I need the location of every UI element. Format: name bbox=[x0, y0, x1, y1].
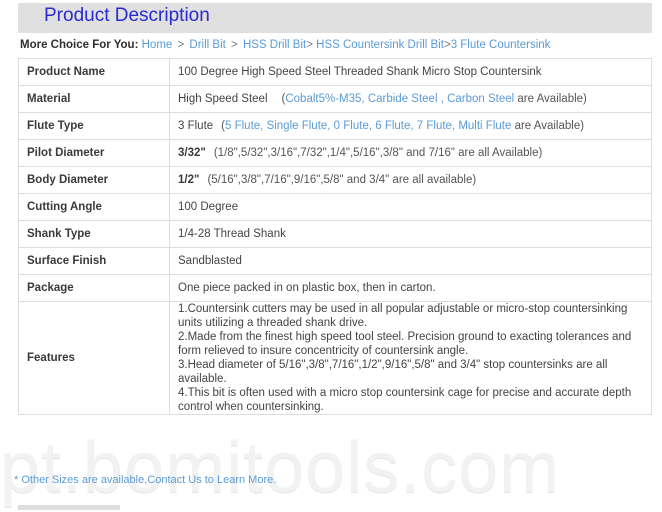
breadcrumb-label: More Choice For You: bbox=[20, 39, 139, 51]
pilot-diameter-options: (1/8",5/32",3/16",7/32",1/4",5/16",3/8" … bbox=[213, 147, 543, 159]
spec-key-features: Features bbox=[18, 301, 170, 415]
product-description-page: Product Description More Choice For You:… bbox=[0, 0, 662, 512]
options-tail: are Available) bbox=[511, 120, 585, 132]
breadcrumb-item-hss-drill-bit[interactable]: HSS Drill Bit bbox=[243, 39, 306, 51]
spec-key-package: Package bbox=[18, 274, 170, 302]
breadcrumb-separator-0: > bbox=[174, 39, 188, 51]
feature-line-4: 4.This bit is often used with a micro st… bbox=[178, 387, 632, 413]
feature-line-1: 1.Countersink cutters may be used in all… bbox=[178, 303, 628, 329]
footnote-other-sizes[interactable]: * Other Sizes are available,Contact Us t… bbox=[14, 474, 276, 486]
spec-value-text: 100 Degree bbox=[178, 201, 239, 213]
spec-value-text: Sandblasted bbox=[178, 255, 242, 267]
spec-value-text: 1/4-28 Thread Shank bbox=[178, 228, 286, 240]
breadcrumb-separator-2: > bbox=[306, 39, 317, 51]
section-title-band: Product Description bbox=[18, 3, 652, 33]
spec-value-shank-type: 1/4-28 Thread Shank bbox=[169, 220, 652, 248]
spec-value-package: One piece packed in on plastic box, then… bbox=[169, 274, 652, 302]
spec-value-cutting-angle: 100 Degree bbox=[169, 193, 652, 221]
table-row: Cutting Angle 100 Degree bbox=[18, 193, 652, 221]
table-row: Pilot Diameter 3/32" (1/8",5/32",3/16",7/… bbox=[18, 139, 652, 167]
spec-key-body-diameter: Body Diameter bbox=[18, 166, 170, 194]
spec-key-product-name: Product Name bbox=[18, 58, 170, 86]
breadcrumb-separator-3: > bbox=[443, 39, 451, 51]
breadcrumb: More Choice For You: Home > Drill Bit > … bbox=[20, 38, 550, 52]
spec-key-surface-finish: Surface Finish bbox=[18, 247, 170, 275]
breadcrumb-separator-1: > bbox=[227, 39, 241, 51]
product-spec-table: Product Name 100 Degree High Speed Steel… bbox=[18, 58, 652, 415]
spec-value-surface-finish: Sandblasted bbox=[169, 247, 652, 275]
spec-value-pilot-diameter: 3/32" (1/8",5/32",3/16",7/32",1/4",5/16",… bbox=[169, 139, 652, 167]
body-diameter-options: (5/16",3/8",7/16",9/16",5/8" and 3/4" ar… bbox=[207, 174, 477, 186]
spec-value-flute-type: 3 Flute (5 Flute, Single Flute, 0 Flute, … bbox=[169, 112, 652, 140]
spec-value-text: 100 Degree High Speed Steel Threaded Sha… bbox=[178, 66, 542, 78]
material-options-links[interactable]: Cobalt5%-M35, Carbide Steel , Carbon Ste… bbox=[285, 93, 514, 105]
feature-line-2: 2.Made from the finest high speed tool s… bbox=[178, 331, 632, 357]
breadcrumb-item-home[interactable]: Home bbox=[142, 39, 173, 51]
table-row: Flute Type 3 Flute (5 Flute, Single Flute… bbox=[18, 112, 652, 140]
table-row: Material High Speed Steel (Cobalt5%-M35, … bbox=[18, 85, 652, 113]
spec-value-material: High Speed Steel (Cobalt5%-M35, Carbide S… bbox=[169, 85, 652, 113]
table-row: Body Diameter 1/2" (5/16",3/8",7/16",9/16… bbox=[18, 166, 652, 194]
spec-key-material: Material bbox=[18, 85, 170, 113]
table-row: Product Name 100 Degree High Speed Steel… bbox=[18, 58, 652, 86]
spec-key-flute-type: Flute Type bbox=[18, 112, 170, 140]
spec-value-bold: 1/2" bbox=[178, 174, 200, 186]
breadcrumb-item-3-flute-countersink[interactable]: 3 Flute Countersink bbox=[451, 39, 551, 51]
breadcrumb-item-drill-bit[interactable]: Drill Bit bbox=[189, 39, 225, 51]
table-row: Surface Finish Sandblasted bbox=[18, 247, 652, 275]
feature-line-3: 3.Head diameter of 5/16",3/8",7/16",1/2"… bbox=[178, 359, 608, 385]
spec-value-bold: 3/32" bbox=[178, 147, 206, 159]
spec-key-pilot-diameter: Pilot Diameter bbox=[18, 139, 170, 167]
bottom-divider-bar bbox=[18, 505, 120, 510]
table-row: Shank Type 1/4-28 Thread Shank bbox=[18, 220, 652, 248]
table-row: Package One piece packed in on plastic b… bbox=[18, 274, 652, 302]
spec-value-features: 1.Countersink cutters may be used in all… bbox=[169, 301, 652, 415]
page-title: Product Description bbox=[44, 5, 210, 26]
spec-value-text: 3 Flute bbox=[178, 120, 214, 132]
flute-options-links[interactable]: 5 Flute, Single Flute, 0 Flute, 6 Flute,… bbox=[225, 120, 511, 132]
table-row-features: Features 1.Countersink cutters may be us… bbox=[18, 301, 652, 415]
spec-value-body-diameter: 1/2" (5/16",3/8",7/16",9/16",5/8" and 3/4… bbox=[169, 166, 652, 194]
spec-value-product-name: 100 Degree High Speed Steel Threaded Sha… bbox=[169, 58, 652, 86]
breadcrumb-item-hss-countersink-drill-bit[interactable]: HSS Countersink Drill Bit bbox=[316, 39, 444, 51]
spec-key-shank-type: Shank Type bbox=[18, 220, 170, 248]
spec-value-text: One piece packed in on plastic box, then… bbox=[178, 282, 436, 294]
options-tail: are Available) bbox=[514, 93, 587, 105]
spec-value-text: High Speed Steel bbox=[178, 93, 268, 105]
spec-key-cutting-angle: Cutting Angle bbox=[18, 193, 170, 221]
